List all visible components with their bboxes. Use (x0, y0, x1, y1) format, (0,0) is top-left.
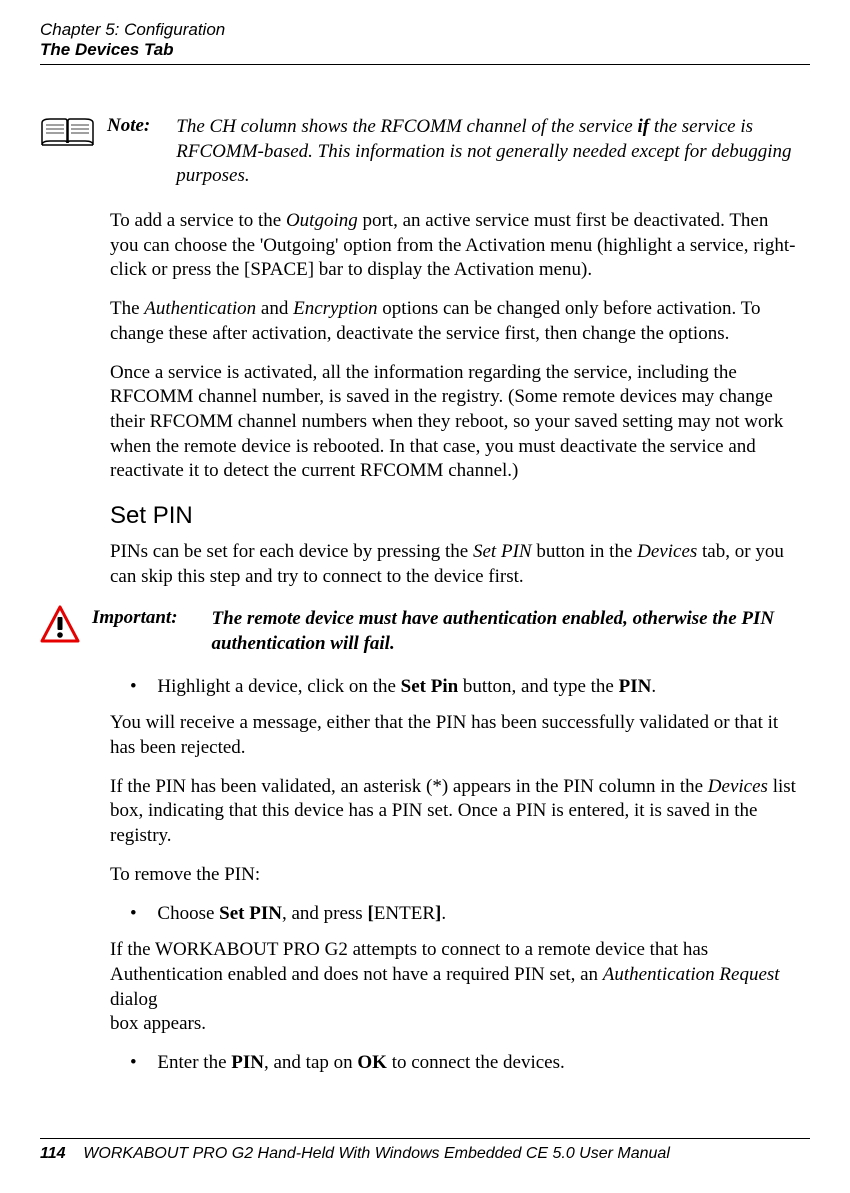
footer-text: 114 WORKABOUT PRO G2 Hand-Held With Wind… (40, 1145, 810, 1163)
bold: Set PIN (219, 903, 282, 924)
bold: PIN (231, 1052, 264, 1073)
note-label: Note: (107, 115, 150, 137)
footer-manual-title: WORKABOUT PRO G2 Hand-Held With Windows … (83, 1145, 670, 1162)
emphasis: Devices (637, 541, 697, 562)
body-paragraph: If the WORKABOUT PRO G2 attempts to conn… (110, 938, 800, 1012)
chapter-title: Chapter 5: Configuration (40, 20, 810, 40)
emphasis: Outgoing (286, 210, 358, 231)
bullet-item: Enter the PIN, and tap on OK to connect … (110, 1051, 800, 1076)
emphasis: Authentication (144, 298, 256, 319)
section-title: The Devices Tab (40, 40, 810, 60)
note-text-before: The CH column shows the RFCOMM channel o… (176, 116, 637, 137)
body-paragraph: If the PIN has been validated, an asteri… (110, 775, 800, 849)
body-paragraph: Once a service is activated, all the inf… (110, 361, 800, 484)
emphasis: Devices (708, 776, 768, 797)
note-text: The CH column shows the RFCOMM channel o… (176, 115, 800, 189)
page-number: 114 (40, 1145, 66, 1162)
text: . (651, 676, 656, 697)
important-label: Important: (92, 607, 178, 629)
bullet-item: Highlight a device, click on the Set Pin… (110, 675, 800, 700)
text: PINs can be set for each device by press… (110, 541, 473, 562)
emphasis: Authentication Request (603, 964, 780, 985)
page-content: Note: The CH column shows the RFCOMM cha… (110, 115, 800, 1076)
subheading-set-pin: Set PIN (110, 502, 800, 530)
text: ENTER (374, 903, 435, 924)
text: , and press (282, 903, 367, 924)
bold: PIN (619, 676, 652, 697)
important-block: Important: The remote device must have a… (110, 607, 800, 656)
bold: Set Pin (401, 676, 459, 697)
body-paragraph: The Authentication and Encryption option… (110, 297, 800, 346)
text: , and tap on (264, 1052, 357, 1073)
text: To add a service to the (110, 210, 286, 231)
bullet-item: Choose Set PIN, and press [ENTER]. (110, 902, 800, 927)
emphasis: Set PIN (473, 541, 532, 562)
page-header: Chapter 5: Configuration The Devices Tab (40, 20, 810, 65)
bold: OK (357, 1052, 387, 1073)
text: Highlight a device, click on the (157, 676, 400, 697)
text: dialog (110, 989, 158, 1010)
body-paragraph: To remove the PIN: (110, 863, 800, 888)
body-paragraph: box appears. (110, 1012, 800, 1037)
book-icon (40, 115, 95, 155)
note-text-bold: if (637, 116, 649, 137)
text: . (441, 903, 446, 924)
warning-icon (40, 605, 80, 650)
text: If the PIN has been validated, an asteri… (110, 776, 708, 797)
text: button, and type the (458, 676, 618, 697)
page-footer: 114 WORKABOUT PRO G2 Hand-Held With Wind… (40, 1138, 810, 1163)
footer-divider (40, 1138, 810, 1139)
text: Enter the (157, 1052, 231, 1073)
body-paragraph: To add a service to the Outgoing port, a… (110, 209, 800, 283)
text: button in the (532, 541, 638, 562)
text: to connect the devices. (387, 1052, 565, 1073)
text: and (256, 298, 293, 319)
header-divider (40, 64, 810, 65)
emphasis: Encryption (293, 298, 377, 319)
text: Choose (157, 903, 219, 924)
body-paragraph: PINs can be set for each device by press… (110, 540, 800, 589)
body-paragraph: You will receive a message, either that … (110, 711, 800, 760)
text: The (110, 298, 144, 319)
important-text: The remote device must have authenticati… (212, 607, 800, 656)
note-block: Note: The CH column shows the RFCOMM cha… (110, 115, 800, 189)
